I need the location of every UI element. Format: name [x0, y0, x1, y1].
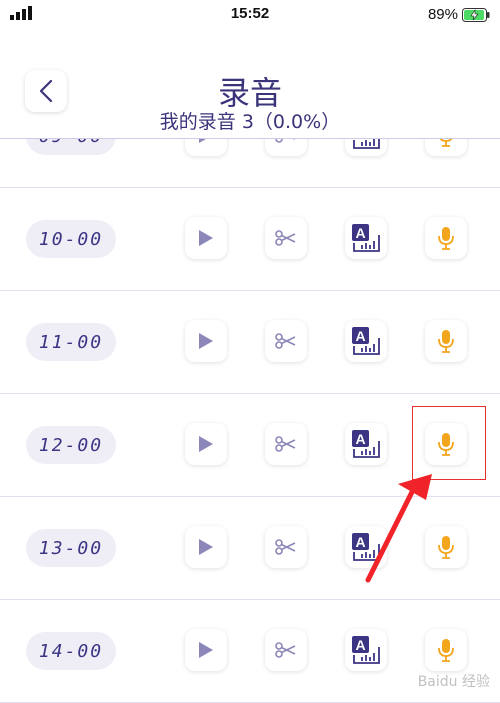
- play-button[interactable]: [185, 629, 227, 671]
- cut-button[interactable]: [265, 423, 307, 465]
- text-recognition-icon: A: [352, 533, 380, 561]
- record-button[interactable]: [425, 320, 467, 362]
- transcribe-button[interactable]: A: [345, 217, 387, 259]
- play-button[interactable]: [185, 526, 227, 568]
- microphone-icon: [438, 639, 454, 662]
- recording-row: 13-00 A: [0, 497, 500, 600]
- scissors-icon: [275, 333, 296, 349]
- time-label: 12-00: [26, 426, 116, 464]
- play-icon: [199, 230, 213, 246]
- cut-button[interactable]: [265, 526, 307, 568]
- record-button[interactable]: [425, 629, 467, 671]
- scissors-icon: [275, 230, 296, 246]
- microphone-icon: [438, 536, 454, 559]
- status-bar: 15:52 89%: [0, 0, 500, 30]
- svg-text:A: A: [355, 225, 365, 241]
- battery-percent: 89%: [427, 6, 458, 23]
- play-icon: [199, 539, 213, 555]
- svg-text:A: A: [355, 431, 365, 447]
- svg-text:A: A: [355, 637, 365, 653]
- record-button[interactable]: [425, 217, 467, 259]
- play-icon: [199, 642, 213, 658]
- play-icon: [199, 436, 213, 452]
- status-time: 15:52: [230, 5, 270, 22]
- recording-row: 10-00 A: [0, 188, 500, 291]
- transcribe-button[interactable]: A: [345, 526, 387, 568]
- text-recognition-icon: A: [352, 224, 380, 252]
- transcribe-button[interactable]: A: [345, 320, 387, 362]
- text-recognition-icon: A: [352, 430, 380, 458]
- watermark: Baidu 经验: [417, 674, 490, 690]
- transcribe-button[interactable]: A: [345, 423, 387, 465]
- text-recognition-icon: A: [352, 327, 380, 355]
- play-icon: [199, 333, 213, 349]
- scissors-icon: [275, 539, 296, 555]
- play-button[interactable]: [185, 423, 227, 465]
- nav-header: 录音 我的录音 3（0.0%）: [0, 30, 500, 139]
- scissors-icon: [275, 642, 296, 658]
- record-button[interactable]: [425, 526, 467, 568]
- time-label: 13-00: [26, 529, 116, 567]
- cut-button[interactable]: [265, 217, 307, 259]
- page-subtitle: 我的录音 3（0.0%）: [159, 111, 341, 133]
- svg-text:A: A: [355, 328, 365, 344]
- svg-text:A: A: [355, 534, 365, 550]
- play-button[interactable]: [185, 217, 227, 259]
- microphone-icon: [438, 330, 454, 353]
- time-label: 10-00: [26, 220, 116, 258]
- play-button[interactable]: [185, 320, 227, 362]
- recording-row: 11-00 A: [0, 291, 500, 394]
- cut-button[interactable]: [265, 320, 307, 362]
- transcribe-button[interactable]: A: [345, 629, 387, 671]
- highlight-box: [412, 406, 486, 480]
- text-recognition-icon: A: [352, 636, 380, 664]
- scissors-icon: [275, 436, 296, 452]
- cut-button[interactable]: [265, 629, 307, 671]
- battery-charging-icon: [462, 8, 490, 22]
- time-label: 11-00: [26, 323, 116, 361]
- time-label: 14-00: [26, 632, 116, 670]
- recording-list: 09-00 A 10-00 A 11-00 A 12-00 A 13-00 A …: [0, 85, 500, 703]
- microphone-icon: [438, 227, 454, 250]
